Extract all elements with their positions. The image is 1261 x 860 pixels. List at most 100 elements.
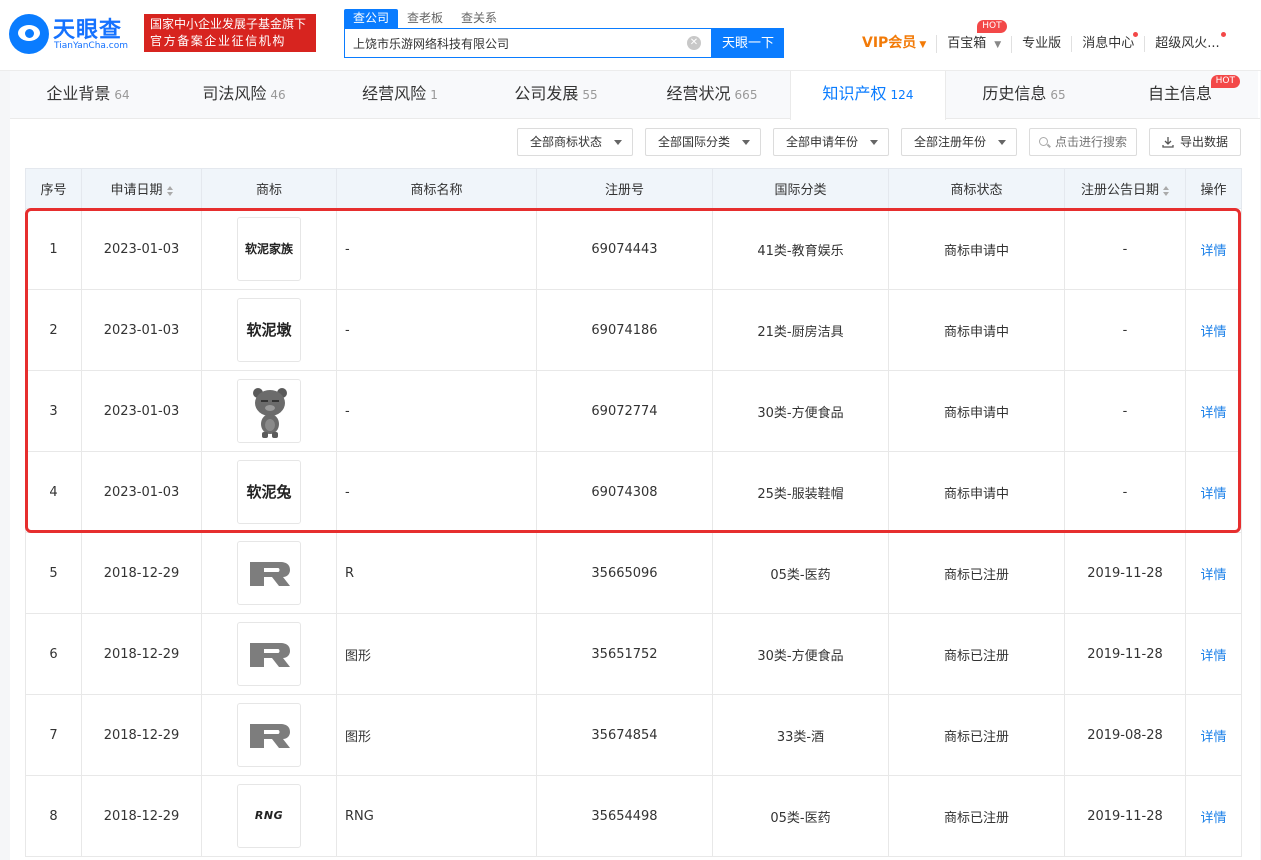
tab-relation[interactable]: 查关系 [452, 9, 506, 29]
reg-year-filter-label: 全部注册年份 [914, 135, 987, 149]
cell-mark: 软泥墩 [201, 289, 337, 371]
detail-link[interactable]: 详情 [1200, 568, 1226, 583]
status-filter-label: 全部商标状态 [530, 135, 603, 149]
cell-reg-no: 69074186 [536, 289, 713, 371]
cell-reg-no: 35674854 [536, 694, 713, 776]
cell-mark [201, 694, 337, 776]
cell-no: 6 [25, 613, 82, 695]
caret-down-icon [870, 140, 878, 145]
detail-link[interactable]: 详情 [1200, 487, 1226, 502]
trademark-image[interactable]: 软泥兔 [237, 460, 301, 524]
col-header-no: 序号 [25, 168, 82, 209]
table-search-input[interactable] [1055, 129, 1135, 155]
tab-judicial-risk[interactable]: 司法风险 46 [166, 71, 322, 118]
status-filter-dropdown[interactable]: 全部商标状态 [517, 128, 633, 156]
cell-status: 商标已注册 [888, 532, 1065, 614]
tab-label: 经营状况 [666, 84, 731, 103]
cell-action: 详情 [1185, 694, 1242, 776]
cell-no: 4 [25, 451, 82, 533]
table-row: 7 2018-12-29 图形 35674854 33类-酒 商标已注册 201… [25, 694, 1242, 776]
pro-version-link[interactable]: 专业版 [1012, 36, 1073, 52]
tab-enterprise-background[interactable]: 企业背景 64 [10, 71, 166, 118]
eye-logo-icon [9, 14, 49, 54]
trademark-image[interactable]: 软泥家族 [237, 217, 301, 281]
sort-icon[interactable] [1163, 185, 1169, 196]
detail-link[interactable]: 详情 [1200, 811, 1226, 826]
cell-reg-no: 69074308 [536, 451, 713, 533]
search-input[interactable] [345, 29, 675, 57]
username-label: 超级风火... [1155, 36, 1220, 51]
cell-action: 详情 [1185, 289, 1242, 371]
trademark-image[interactable] [237, 541, 301, 605]
apply-year-filter-dropdown[interactable]: 全部申请年份 [773, 128, 889, 156]
detail-link[interactable]: 详情 [1200, 406, 1226, 421]
cell-action: 详情 [1185, 208, 1242, 290]
apply-year-filter-label: 全部申请年份 [786, 135, 859, 149]
trademark-image[interactable] [237, 379, 301, 443]
cell-apply-date: 2023-01-03 [81, 370, 202, 452]
tab-intellectual-property[interactable]: 知识产权 124 [790, 71, 946, 120]
col-header-status: 商标状态 [888, 168, 1065, 209]
tab-boss[interactable]: 查老板 [398, 9, 452, 29]
export-data-button[interactable]: 导出数据 [1149, 128, 1241, 156]
intl-class-filter-dropdown[interactable]: 全部国际分类 [645, 128, 761, 156]
bear-mascot-icon [253, 388, 287, 438]
tab-count: 55 [582, 88, 598, 102]
cell-status: 商标已注册 [888, 775, 1065, 857]
tab-company[interactable]: 查公司 [344, 9, 399, 29]
tab-history-info[interactable]: 历史信息 65 [946, 71, 1102, 118]
trademark-image[interactable]: RNG [237, 784, 301, 848]
reg-year-filter-dropdown[interactable]: 全部注册年份 [901, 128, 1017, 156]
cell-pub-date: - [1064, 208, 1186, 290]
cell-pub-date: 2019-11-28 [1064, 532, 1186, 614]
search-button[interactable]: 天眼一下 [712, 28, 784, 58]
chevron-down-icon: ▼ [919, 40, 927, 50]
cell-intl-class: 21类-厨房洁具 [712, 289, 889, 371]
cell-intl-class: 05类-医药 [712, 775, 889, 857]
tab-self-info[interactable]: 自主信息 HOT [1102, 71, 1258, 118]
cell-apply-date: 2018-12-29 [81, 613, 202, 695]
intl-class-filter-label: 全部国际分类 [658, 135, 731, 149]
cell-reg-no: 35651752 [536, 613, 713, 695]
caret-down-icon [998, 140, 1006, 145]
detail-link[interactable]: 详情 [1200, 649, 1226, 664]
cell-status: 商标申请中 [888, 208, 1065, 290]
clear-icon[interactable]: ✕ [687, 36, 701, 50]
user-menu[interactable]: 超级风火... [1145, 32, 1229, 52]
message-center-link[interactable]: 消息中心 [1072, 32, 1146, 52]
cell-mark-name: 图形 [336, 694, 537, 776]
cell-apply-date: 2018-12-29 [81, 775, 202, 857]
tab-operating-status[interactable]: 经营状况 665 [634, 71, 790, 118]
cell-no: 2 [25, 289, 82, 371]
vip-link[interactable]: VIP会员 ▼ [852, 35, 938, 53]
table-row: 3 2023-01-03 - 69072774 30类-方便食品 商标申请中 -… [25, 370, 1242, 452]
cell-pub-date: - [1064, 451, 1186, 533]
tab-count: 46 [270, 88, 286, 102]
cell-pub-date: 2019-08-28 [1064, 694, 1186, 776]
table-row: 5 2018-12-29 R 35665096 05类-医药 商标已注册 201… [25, 532, 1242, 614]
tab-operating-risk[interactable]: 经营风险 1 [322, 71, 478, 118]
trademark-image[interactable] [237, 703, 301, 767]
cell-mark-name: 图形 [336, 613, 537, 695]
caret-down-icon [614, 140, 622, 145]
sort-icon[interactable] [166, 185, 173, 196]
trademark-image[interactable]: 软泥墩 [237, 298, 301, 362]
tab-company-development[interactable]: 公司发展 55 [478, 71, 634, 118]
detail-link[interactable]: 详情 [1200, 730, 1226, 745]
trademark-image[interactable] [237, 622, 301, 686]
col-header-apply-date[interactable]: 申请日期 [81, 168, 202, 209]
cell-apply-date: 2023-01-03 [81, 208, 202, 290]
cell-mark: RNG [201, 775, 337, 857]
treasure-box-link[interactable]: HOT 百宝箱 ▼ [937, 19, 1013, 53]
site-logo[interactable]: 天眼查 TianYanCha.com [9, 12, 135, 56]
notification-dot-icon [1220, 32, 1226, 37]
col-header-pub-date[interactable]: 注册公告日期 [1064, 168, 1186, 209]
cell-apply-date: 2018-12-29 [81, 532, 202, 614]
tab-label: 企业背景 [46, 84, 111, 103]
detail-link[interactable]: 详情 [1200, 325, 1226, 340]
r-logo-icon [250, 643, 290, 667]
cell-status: 商标已注册 [888, 613, 1065, 695]
detail-link[interactable]: 详情 [1200, 244, 1226, 259]
table-search [1029, 128, 1137, 156]
tab-count: 64 [114, 88, 130, 102]
